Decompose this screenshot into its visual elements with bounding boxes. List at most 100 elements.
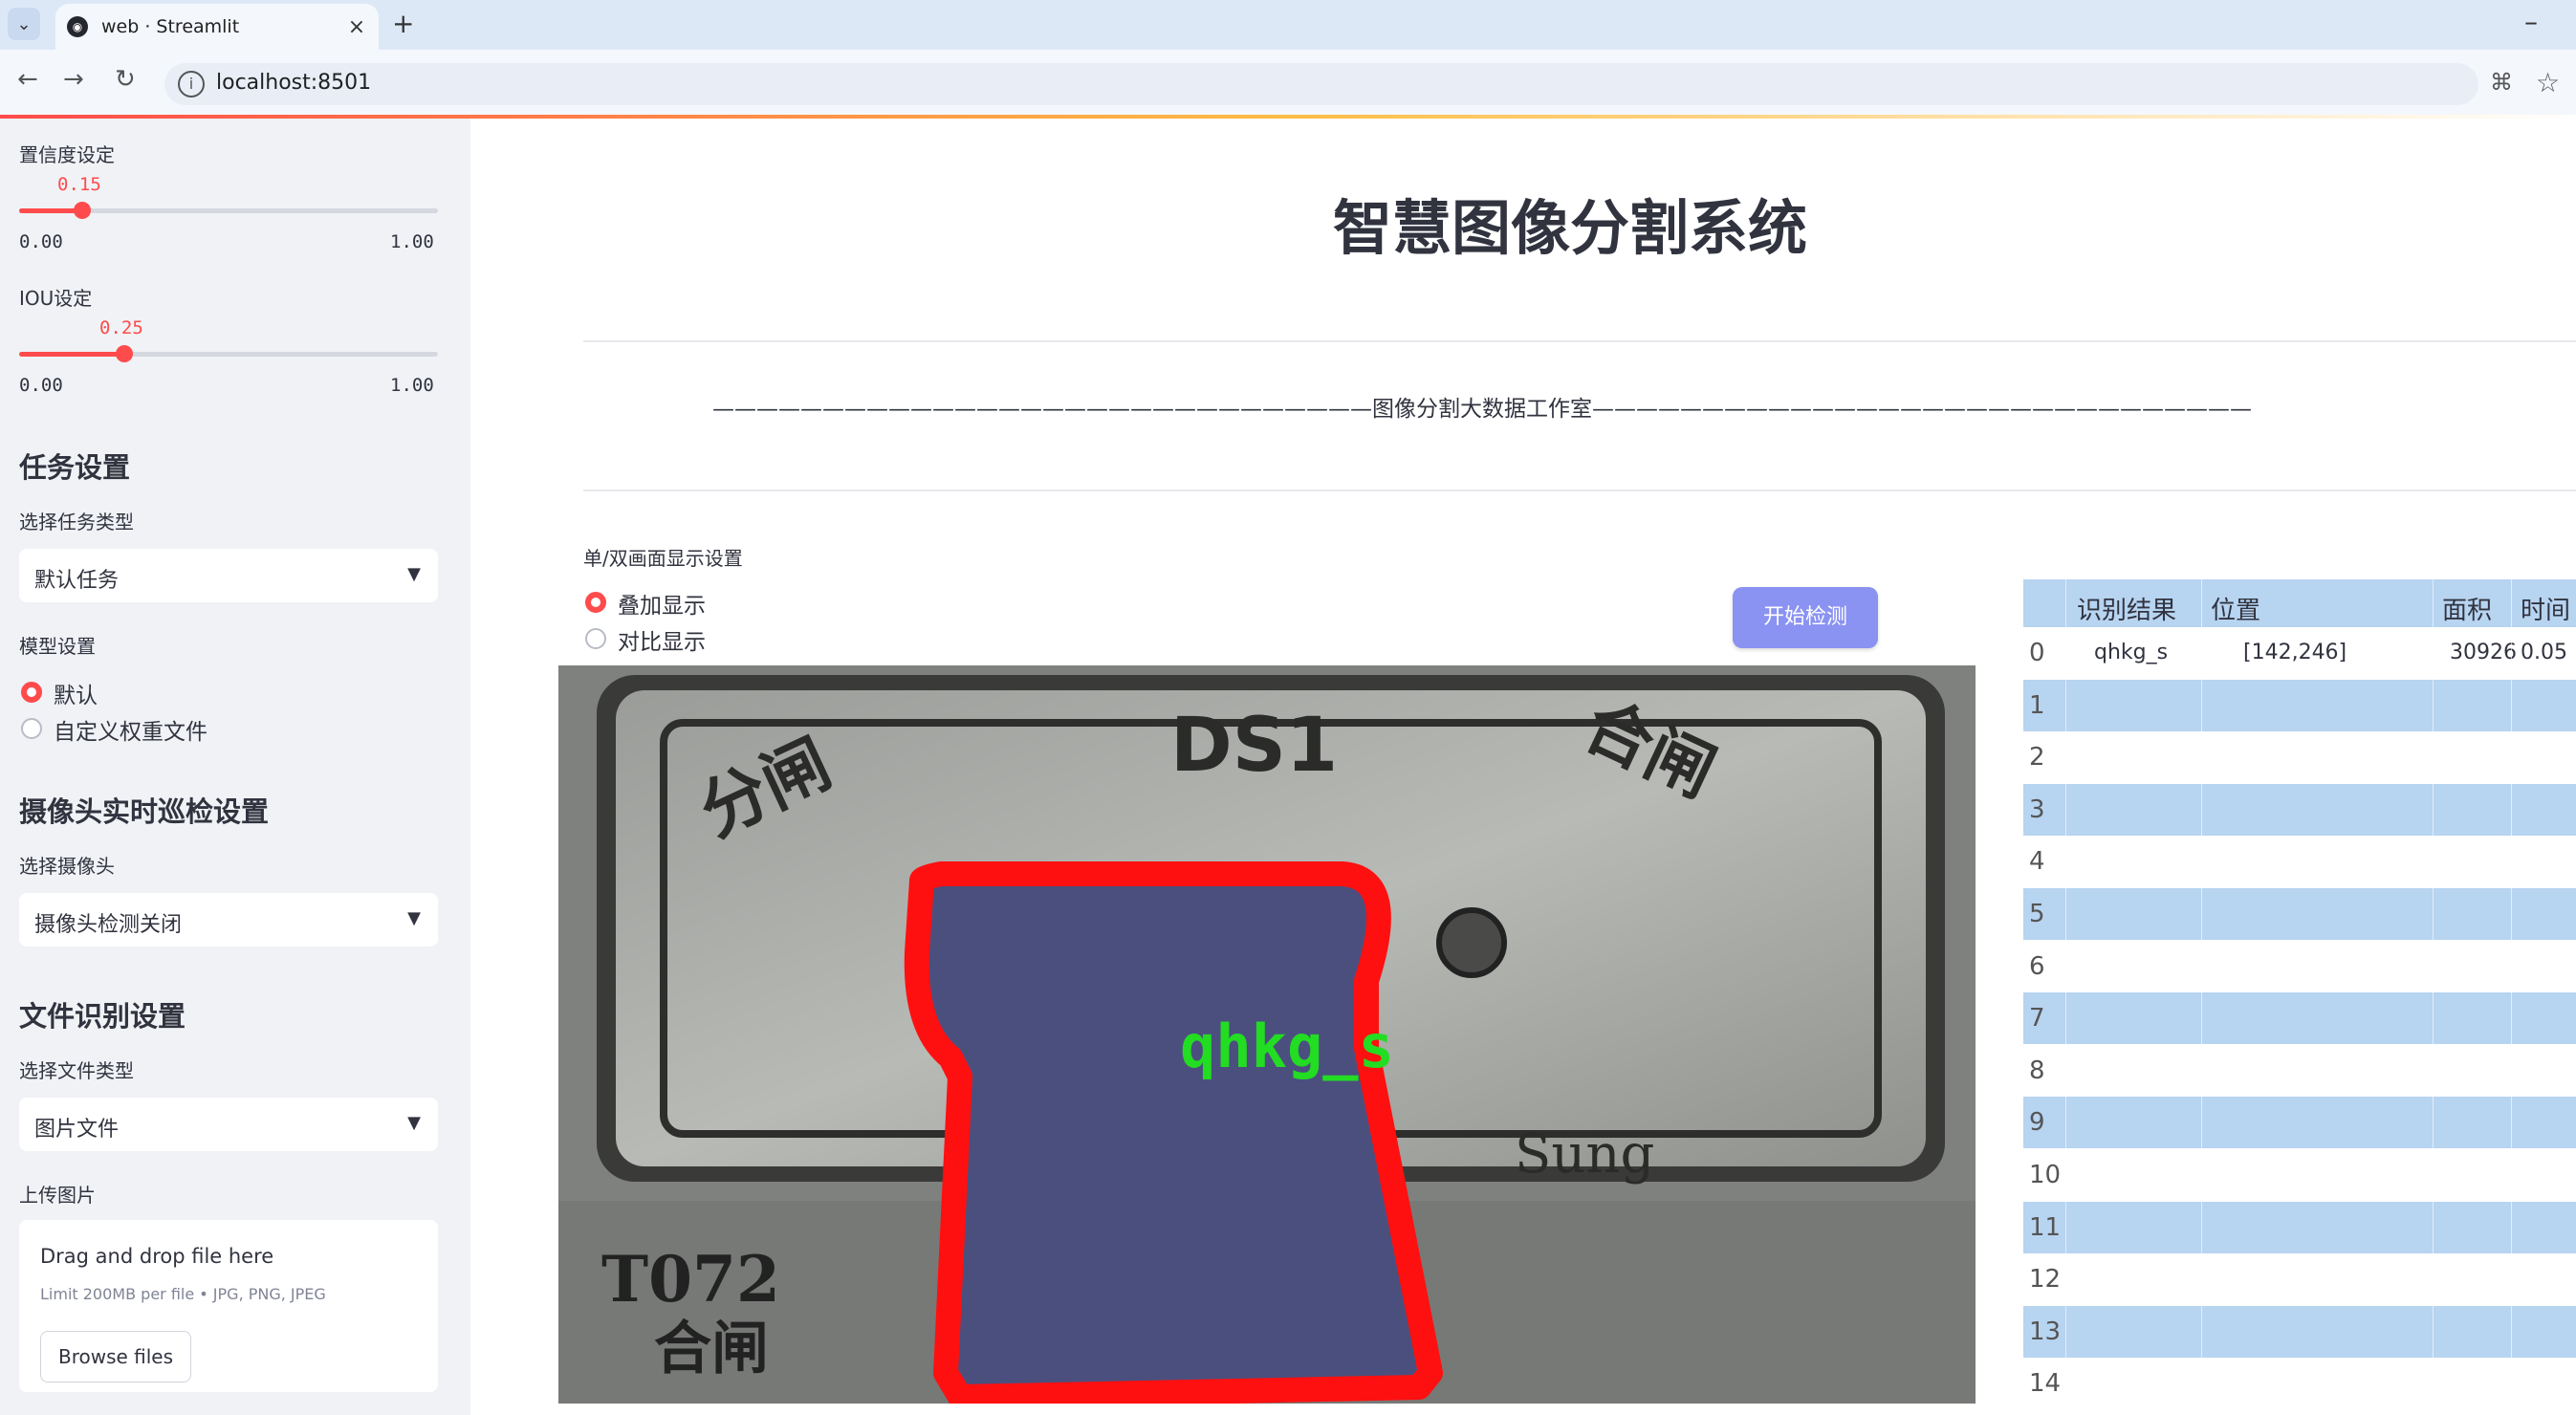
translate-icon[interactable]: ⌘: [2490, 69, 2513, 96]
radio-display-overlay-label: 叠加显示: [618, 594, 706, 619]
table-row[interactable]: 4: [2023, 836, 2576, 887]
results-table[interactable]: 识别结果 位置 面积 时间 0 qhkg_s [142,246] 30926 0.05 1…: [2023, 579, 2576, 1415]
col-header-position[interactable]: 位置: [2211, 591, 2260, 626]
radio-display-compare[interactable]: [585, 628, 606, 649]
confidence-value: 0.15: [57, 174, 101, 195]
col-header-area[interactable]: 面积: [2442, 591, 2492, 626]
reload-icon[interactable]: ↻: [115, 65, 136, 94]
start-detection-button[interactable]: 开始检测: [1733, 587, 1878, 648]
chevron-down-icon: ▼: [407, 1113, 421, 1133]
file-type-select[interactable]: 图片文件 ▼: [19, 1098, 438, 1151]
tab-search-chevron-icon[interactable]: ⌄: [8, 8, 40, 40]
iou-slider[interactable]: [19, 345, 438, 362]
tab-close-icon[interactable]: ×: [342, 15, 371, 39]
table-row[interactable]: 1: [2023, 679, 2576, 731]
iou-label: IOU设定: [19, 287, 93, 310]
file-dropzone[interactable]: Drag and drop file here Limit 200MB per …: [19, 1220, 438, 1392]
row-index: 7: [2029, 1004, 2045, 1034]
segmentation-mask: [904, 861, 1443, 1404]
back-arrow-icon[interactable]: ←: [17, 65, 38, 94]
table-row[interactable]: 13: [2023, 1305, 2576, 1358]
row-index: 8: [2029, 1056, 2045, 1085]
row-index: 14: [2029, 1369, 2062, 1399]
column-divider: [2065, 579, 2066, 1415]
file-type-value: 图片文件: [34, 1118, 120, 1142]
url-bar[interactable]: [164, 63, 2478, 105]
radio-model-default[interactable]: [21, 682, 42, 703]
row-index: 0: [2029, 639, 2045, 667]
row-index: 4: [2029, 847, 2045, 877]
segmentation-result-image: DS1 分闸 合闸 Sung T072 合闸 qhkg_s: [558, 665, 1976, 1404]
page-title: 智慧图像分割系统: [1333, 193, 1808, 263]
task-settings-heading: 任务设置: [19, 451, 131, 484]
studio-banner: ——————————————————————————————图像分割大数据工作室…: [712, 397, 2252, 422]
browser-tab[interactable]: ◉ web · Streamlit ×: [55, 4, 379, 50]
row-index: 2: [2029, 743, 2045, 773]
table-row[interactable]: 12: [2023, 1253, 2576, 1305]
table-row[interactable]: 6: [2023, 941, 2576, 992]
radio-model-default-label: 默认: [54, 684, 98, 708]
file-type-label: 选择文件类型: [19, 1059, 134, 1082]
cell-time: 0.05: [2521, 641, 2567, 664]
iou-max: 1.00: [390, 375, 434, 396]
forward-arrow-icon[interactable]: →: [63, 65, 84, 94]
radio-display-compare-label: 对比显示: [618, 630, 706, 655]
plate-text-lower: 合闸: [654, 1316, 769, 1382]
table-row[interactable]: 9: [2023, 1097, 2576, 1149]
col-header-result[interactable]: 识别结果: [2077, 591, 2176, 626]
table-row[interactable]: 0 qhkg_s [142,246] 30926 0.05: [2023, 627, 2576, 679]
row-index: 6: [2029, 951, 2045, 981]
iou-slider-fill: [19, 352, 124, 357]
plate-text-brand: Sung: [1515, 1123, 1654, 1186]
chevron-down-icon: ▼: [407, 564, 421, 584]
cell-position: [142,246]: [2243, 641, 2347, 664]
task-type-select[interactable]: 默认任务 ▼: [19, 549, 438, 602]
radio-display-overlay[interactable]: [585, 592, 606, 613]
dropzone-title: Drag and drop file here: [40, 1245, 274, 1268]
display-mode-label: 单/双画面显示设置: [583, 547, 743, 570]
camera-settings-heading: 摄像头实时巡检设置: [19, 795, 270, 828]
row-index: 1: [2029, 690, 2045, 720]
confidence-max: 1.00: [390, 231, 434, 252]
table-row[interactable]: 2: [2023, 731, 2576, 783]
table-row[interactable]: 7: [2023, 992, 2576, 1045]
iou-slider-thumb[interactable]: [115, 345, 133, 362]
divider: [583, 490, 2576, 491]
row-index: 12: [2029, 1265, 2062, 1295]
table-row[interactable]: 8: [2023, 1045, 2576, 1097]
cell-area: 30926: [2450, 641, 2517, 664]
confidence-slider-fill: [19, 208, 82, 213]
table-row[interactable]: 5: [2023, 888, 2576, 940]
confidence-slider[interactable]: [19, 202, 438, 219]
bookmark-star-icon[interactable]: ☆: [2536, 67, 2560, 98]
task-type-label: 选择任务类型: [19, 511, 134, 533]
upload-label: 上传图片: [19, 1184, 96, 1207]
new-tab-plus-icon[interactable]: +: [392, 8, 414, 39]
column-divider: [2511, 579, 2512, 1415]
task-type-value: 默认任务: [34, 569, 120, 593]
plate-screw: [1436, 907, 1507, 978]
browser-tab-strip: ⌄ ◉ web · Streamlit × + –: [0, 0, 2576, 50]
table-row[interactable]: 14: [2023, 1358, 2576, 1409]
site-info-icon[interactable]: i: [178, 71, 205, 98]
chevron-down-icon: ▼: [407, 908, 421, 928]
window-minimize-icon[interactable]: –: [2524, 6, 2538, 37]
table-header: 识别结果 位置 面积 时间: [2023, 579, 2576, 627]
browse-files-button[interactable]: Browse files: [40, 1331, 191, 1382]
url-text[interactable]: localhost:8501: [216, 71, 371, 95]
row-index: 5: [2029, 900, 2045, 928]
table-row[interactable]: 11: [2023, 1201, 2576, 1253]
radio-model-custom[interactable]: [21, 718, 42, 739]
table-row[interactable]: 10: [2023, 1149, 2576, 1201]
row-index: 13: [2029, 1317, 2062, 1346]
confidence-label: 置信度设定: [19, 143, 115, 166]
column-divider: [2201, 579, 2202, 1415]
iou-min: 0.00: [19, 375, 63, 396]
camera-select[interactable]: 摄像头检测关闭 ▼: [19, 893, 438, 947]
row-index: 9: [2029, 1108, 2045, 1138]
camera-label: 选择摄像头: [19, 855, 115, 878]
confidence-slider-thumb[interactable]: [73, 202, 91, 219]
streamlit-favicon-icon: ◉: [67, 16, 88, 37]
table-row[interactable]: 3: [2023, 783, 2576, 836]
col-header-time[interactable]: 时间: [2521, 591, 2570, 626]
